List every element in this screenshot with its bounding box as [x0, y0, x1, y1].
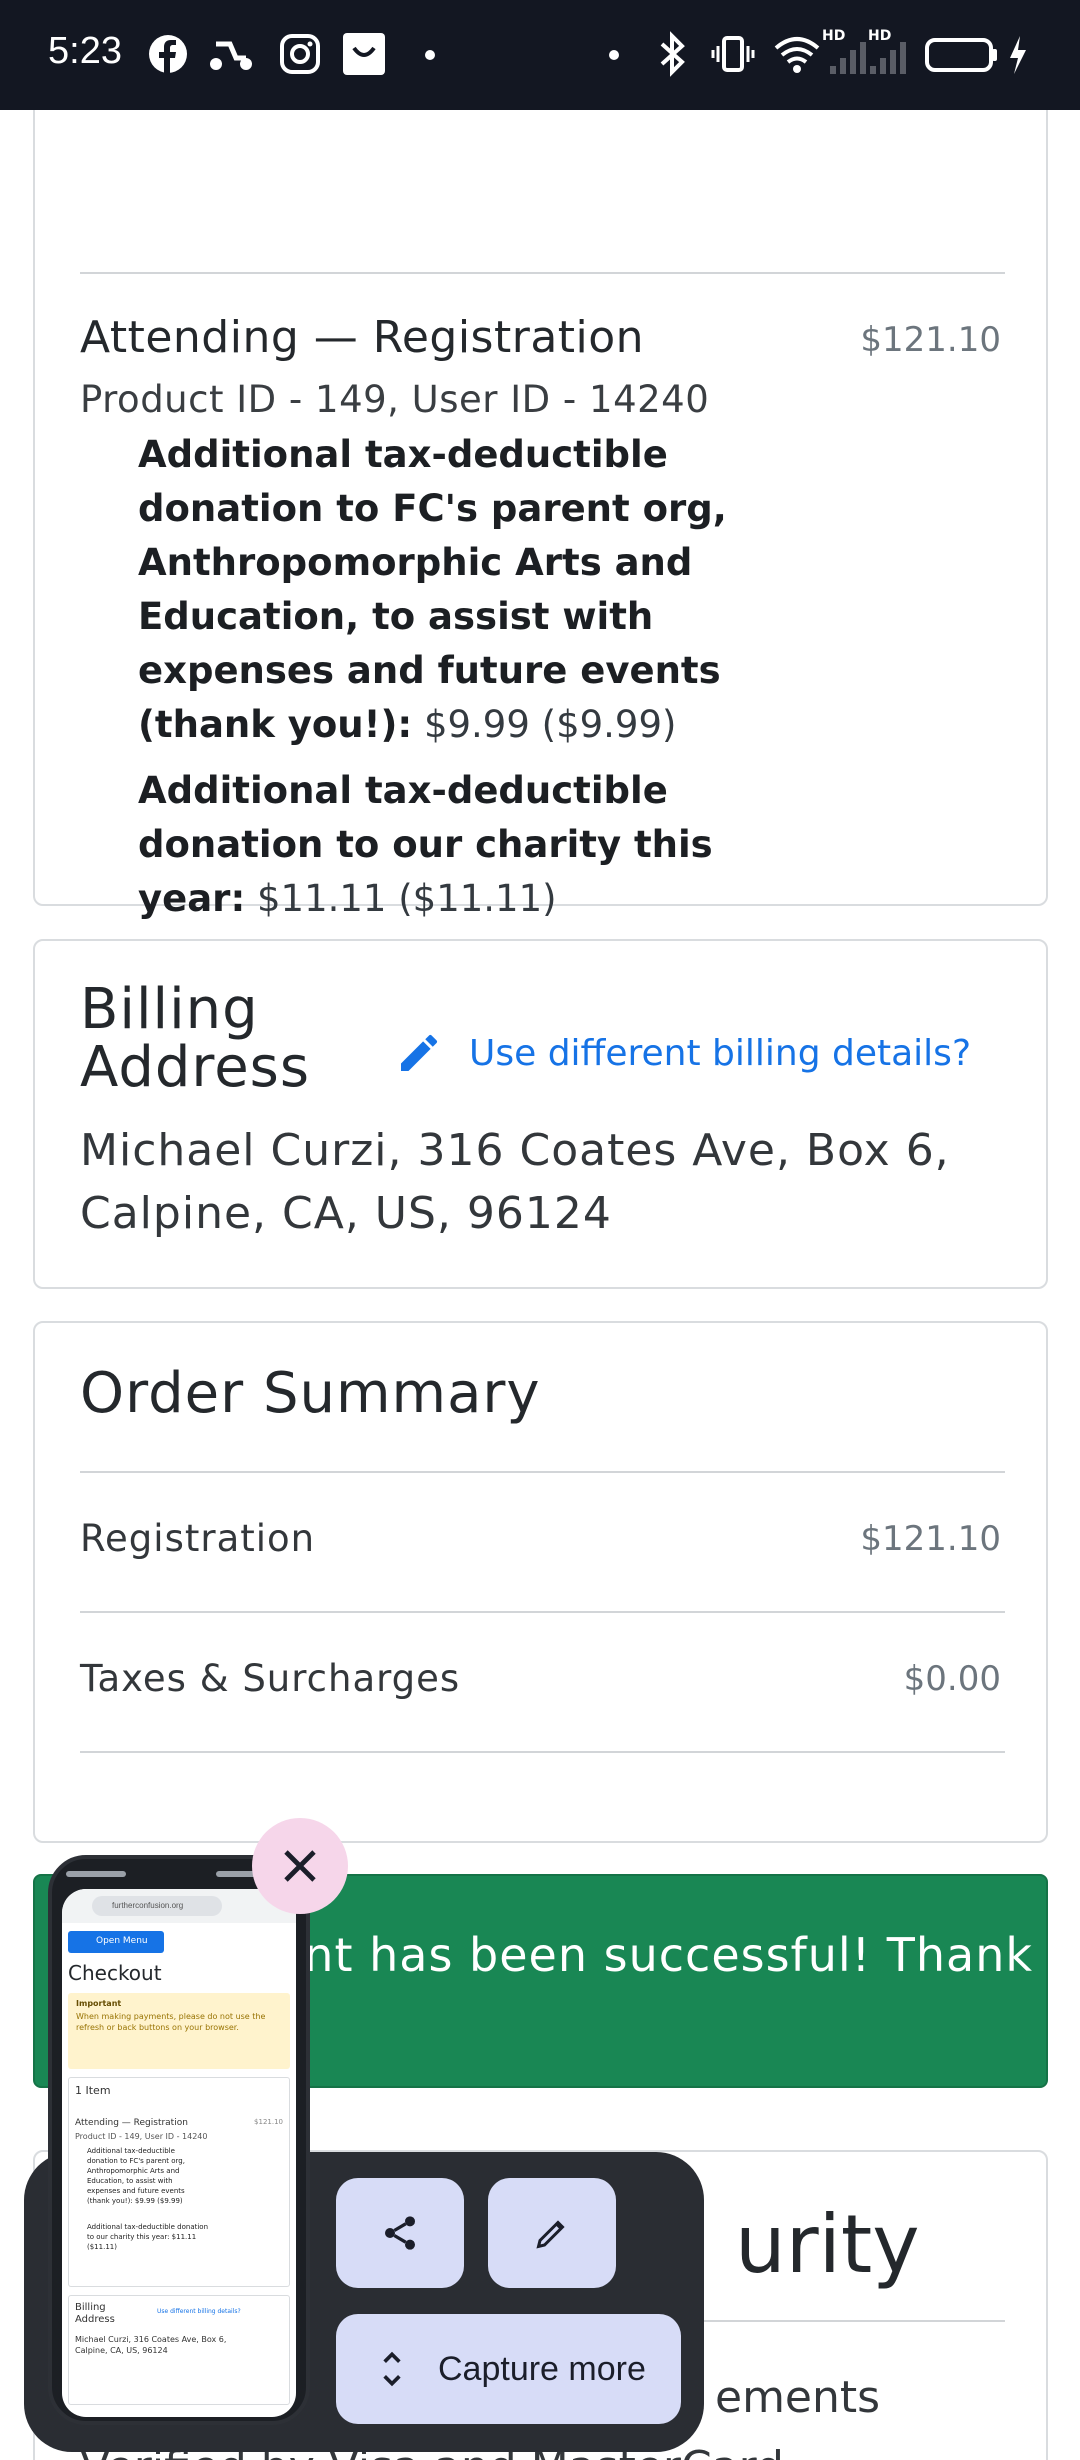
share-icon: [385, 2216, 415, 2250]
status-bar: 5:23 HD HD: [0, 0, 1080, 110]
scooter-icon: [210, 41, 252, 70]
capture-more-button[interactable]: Capture more: [336, 2314, 681, 2424]
signal-icon: [870, 42, 906, 74]
thumb-option-2: Additional tax-deductible donation to ou…: [87, 2223, 209, 2251]
thumb-item-price: $121.10: [254, 2118, 283, 2126]
thumb-billing-address: Michael Curzi, 316 Coates Ave, Box 6, Ca…: [75, 2335, 227, 2355]
item-title: Attending — Registration: [80, 312, 645, 363]
thumb-option-1: Additional tax-deductible donation to FC…: [87, 2147, 185, 2205]
close-button[interactable]: [252, 1818, 348, 1914]
thumb-open-menu: Open Menu: [68, 1931, 164, 1953]
thumb-notice-title: Important: [76, 1999, 122, 2008]
option-value: $11.11 ($11.11): [257, 877, 557, 920]
divider: [80, 1751, 1005, 1753]
item-price: $121.10: [860, 320, 1001, 360]
order-summary-heading: Order Summary: [80, 1361, 541, 1426]
alert-text: ent has been successful! Thank: [275, 1928, 1033, 1982]
billing-address-card: Billing Address Use different billing de…: [33, 939, 1048, 1289]
close-icon: [284, 1850, 316, 1882]
battery-icon: [925, 38, 997, 72]
bluetooth-icon: [660, 31, 685, 77]
thumb-item-title: Attending — Registration: [75, 2118, 188, 2128]
wifi-icon: [774, 37, 820, 73]
screenshot-thumbnail[interactable]: furtherconfusion.org Open Menu Checkout …: [48, 1855, 310, 2425]
thumb-notice: Important When making payments, please d…: [68, 1993, 290, 2069]
charging-icon: [1010, 36, 1026, 74]
summary-value-registration: $121.10: [860, 1519, 1001, 1559]
thumb-address-bar: furtherconfusion.org: [92, 1896, 222, 1916]
option-charity-donation: Additional tax-deductible donation to ou…: [138, 769, 713, 920]
pencil-icon[interactable]: [395, 1029, 443, 1077]
order-summary-card: Order Summary Registration $121.10 Taxes…: [33, 1321, 1048, 1843]
thumb-billing-heading: Billing Address: [75, 2302, 115, 2325]
option-value: $9.99 ($9.99): [423, 703, 677, 746]
notification-dot: [609, 50, 619, 60]
summary-label-taxes: Taxes & Surcharges: [80, 1657, 461, 1700]
thumb-billing-link: Use different billing details?: [157, 2308, 241, 2315]
billing-address-text: Michael Curzi, 316 Coates Ave, Box 6, Ca…: [80, 1125, 950, 1239]
expand-vertical-icon: [383, 2351, 401, 2387]
notification-dot: [425, 50, 435, 60]
security-text: ements: [715, 2372, 881, 2423]
billing-heading: Billing Address: [80, 977, 311, 1100]
facebook-icon: [149, 35, 187, 74]
shopping-bag-icon: [343, 33, 385, 75]
thumb-page: furtherconfusion.org Open Menu Checkout …: [62, 1889, 296, 2417]
instagram-icon: [280, 34, 320, 74]
thumb-title: Checkout: [68, 1961, 162, 1985]
thumb-items-count: 1 Item: [75, 2084, 111, 2097]
item-ids: Product ID - 149, User ID - 14240: [80, 378, 710, 421]
summary-value-taxes: $0.00: [903, 1659, 1001, 1699]
edit-button[interactable]: [488, 2178, 616, 2288]
summary-label-registration: Registration: [80, 1517, 316, 1560]
option-parent-org-donation: Additional tax-deductible donation to FC…: [138, 433, 727, 746]
thumb-items-card: 1 Item Attending — Registration $121.10 …: [68, 2077, 290, 2287]
cart-items-card: Attending — Registration $121.10 Product…: [33, 110, 1048, 920]
use-different-billing-link[interactable]: Use different billing details?: [469, 1033, 971, 1074]
signal-icon: [830, 42, 866, 74]
thumb-item-ids: Product ID - 149, User ID - 14240: [75, 2132, 208, 2141]
pencil-icon: [536, 2220, 565, 2249]
divider: [80, 272, 1005, 274]
clock: 5:23: [48, 30, 122, 72]
vibrate-icon: [711, 36, 755, 72]
divider: [80, 1471, 1005, 1473]
security-heading: urity: [735, 2198, 920, 2291]
share-button[interactable]: [336, 2178, 464, 2288]
option-label: Additional tax-deductible donation to FC…: [138, 433, 727, 746]
divider: [80, 1611, 1005, 1613]
thumb-billing-card: Billing Address Use different billing de…: [68, 2295, 290, 2405]
capture-more-label: Capture more: [438, 2350, 646, 2388]
thumb-notice-text: When making payments, please do not use …: [76, 2012, 266, 2032]
